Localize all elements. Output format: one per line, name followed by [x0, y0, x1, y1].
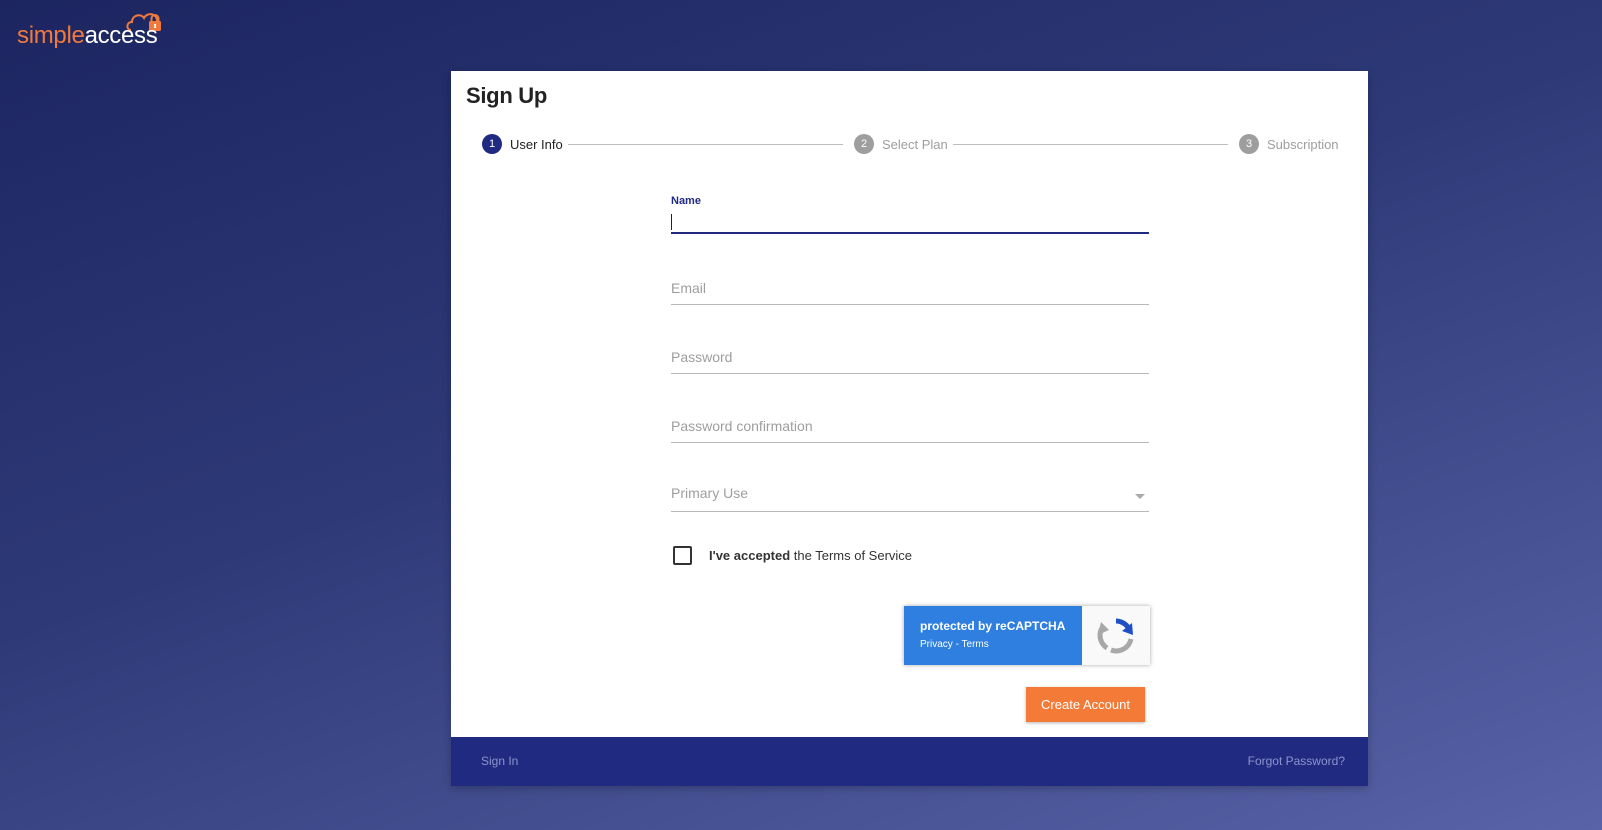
- logo-wordmark: simpleaccess: [17, 22, 158, 50]
- recaptcha-separator: -: [952, 639, 962, 650]
- recaptcha-terms-link[interactable]: Terms: [962, 639, 989, 650]
- step-select-plan: 2 Select Plan: [854, 133, 948, 155]
- name-input[interactable]: [671, 211, 1149, 231]
- step-subscription: 3 Subscription: [1239, 133, 1339, 155]
- signup-card: Sign Up 1 User Info 2 Select Plan 3 Subs…: [451, 71, 1368, 786]
- name-field-group: Name: [671, 195, 1149, 235]
- terms-label: I've accepted the Terms of Service: [709, 548, 912, 563]
- password-field-group: [671, 345, 1149, 375]
- page-title: Sign Up: [466, 83, 548, 108]
- name-field-label: Name: [671, 195, 701, 207]
- create-account-button[interactable]: Create Account: [1026, 687, 1145, 722]
- password-confirmation-field-group: [671, 414, 1149, 444]
- primary-use-placeholder: Primary Use: [671, 485, 749, 501]
- terms-of-service-link[interactable]: the Terms of Service: [794, 548, 912, 563]
- name-underline: [671, 232, 1149, 234]
- step-label: Subscription: [1267, 136, 1339, 152]
- terms-prefix: I've accepted: [709, 548, 791, 563]
- sign-in-link[interactable]: Sign In: [481, 754, 518, 768]
- card-footer: Sign In Forgot Password?: [451, 737, 1368, 786]
- recaptcha-info: protected by reCAPTCHA Privacy - Terms: [904, 606, 1082, 665]
- step-label: Select Plan: [882, 136, 948, 152]
- step-number: 2: [854, 134, 874, 154]
- password-confirmation-input[interactable]: [671, 416, 1149, 436]
- terms-row: I've accepted the Terms of Service: [673, 546, 912, 565]
- email-underline: [671, 304, 1149, 305]
- step-number: 3: [1239, 134, 1259, 154]
- simpleaccess-logo[interactable]: simpleaccess: [17, 8, 167, 50]
- recaptcha-privacy-link[interactable]: Privacy: [920, 639, 953, 650]
- recaptcha-badge: protected by reCAPTCHA Privacy - Terms: [904, 606, 1150, 665]
- primary-use-underline: [671, 511, 1149, 512]
- step-label: User Info: [510, 136, 563, 152]
- recaptcha-links: Privacy - Terms: [920, 639, 989, 650]
- primary-use-select[interactable]: Primary Use: [671, 482, 1149, 513]
- email-input[interactable]: [671, 278, 1149, 298]
- text-caret: [671, 214, 672, 230]
- step-connector: [568, 144, 843, 145]
- step-number: 1: [482, 134, 502, 154]
- signup-stepper: 1 User Info 2 Select Plan 3 Subscription: [482, 133, 1352, 155]
- logo-text-simple: simple: [17, 22, 85, 49]
- email-field-group: [671, 276, 1149, 306]
- step-user-info: 1 User Info: [482, 133, 563, 155]
- recaptcha-title: protected by reCAPTCHA: [920, 619, 1066, 633]
- chevron-down-icon: [1135, 494, 1145, 499]
- recaptcha-logo: [1082, 606, 1150, 665]
- logo-text-access: access: [84, 22, 158, 49]
- recaptcha-icon: [1097, 618, 1134, 653]
- password-confirmation-underline: [671, 442, 1149, 443]
- password-underline: [671, 373, 1149, 374]
- terms-checkbox[interactable]: [673, 546, 692, 565]
- password-input[interactable]: [671, 347, 1149, 367]
- forgot-password-link[interactable]: Forgot Password?: [1248, 754, 1345, 768]
- step-connector: [953, 144, 1228, 145]
